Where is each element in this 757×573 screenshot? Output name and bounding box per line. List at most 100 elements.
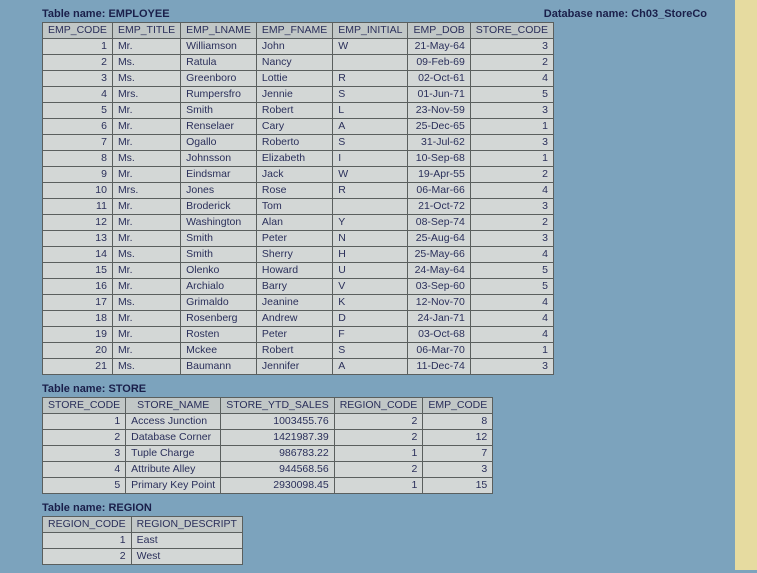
table-cell: Robert: [256, 103, 332, 119]
table-name-region-header: Table name: REGION: [42, 502, 727, 514]
table-cell: 10-Sep-68: [408, 151, 470, 167]
table-cell: 1421987.39: [221, 430, 335, 446]
table-cell: 12: [423, 430, 493, 446]
table-row: 21Ms.BaumannJenniferA11-Dec-743: [43, 359, 554, 375]
table-cell: 7: [423, 446, 493, 462]
table-cell: 21: [43, 359, 113, 375]
table-cell: A: [333, 119, 408, 135]
table-cell: 3: [43, 446, 126, 462]
table-cell: Mr.: [112, 231, 180, 247]
table-cell: N: [333, 231, 408, 247]
column-header: STORE_CODE: [470, 23, 553, 39]
table-cell: Alan: [256, 215, 332, 231]
table-cell: 4: [470, 295, 553, 311]
table-cell: S: [333, 135, 408, 151]
table-cell: Broderick: [181, 199, 257, 215]
table-cell: 19-Apr-55: [408, 167, 470, 183]
table-cell: West: [131, 549, 242, 565]
table-cell: 11: [43, 199, 113, 215]
table-cell: Jones: [181, 183, 257, 199]
table-cell: Mr.: [112, 199, 180, 215]
table-cell: Attribute Alley: [126, 462, 221, 478]
page: Table name: EMPLOYEE Database name: Ch03…: [0, 0, 757, 573]
table-cell: Rumpersfro: [181, 87, 257, 103]
table-name-prefix: Table name:: [42, 502, 108, 514]
table-cell: Archialo: [181, 279, 257, 295]
table-row: 7Mr.OgalloRobertoS31-Jul-623: [43, 135, 554, 151]
table-cell: 986783.22: [221, 446, 335, 462]
column-header: REGION_CODE: [334, 398, 423, 414]
table-row: 2Database Corner1421987.39212: [43, 430, 493, 446]
table-cell: 4: [43, 462, 126, 478]
table-cell: 3: [470, 199, 553, 215]
table-cell: Ms.: [112, 71, 180, 87]
table-cell: 5: [470, 87, 553, 103]
table-cell: 9: [43, 167, 113, 183]
table-cell: Sherry: [256, 247, 332, 263]
table-cell: Mr.: [112, 119, 180, 135]
table-cell: 2: [334, 414, 423, 430]
table-cell: Olenko: [181, 263, 257, 279]
region-header-row: REGION_CODEREGION_DESCRIPT: [43, 517, 243, 533]
table-cell: W: [333, 39, 408, 55]
table-cell: Smith: [181, 231, 257, 247]
table-cell: 1003455.76: [221, 414, 335, 430]
table-row: 12Mr.WashingtonAlanY08-Sep-742: [43, 215, 554, 231]
table-cell: R: [333, 71, 408, 87]
table-row: 19Mr.RostenPeterF03-Oct-684: [43, 327, 554, 343]
table-cell: Jack: [256, 167, 332, 183]
table-cell: Rosten: [181, 327, 257, 343]
table-row: 4Mrs.RumpersfroJennieS01-Jun-715: [43, 87, 554, 103]
table-cell: Y: [333, 215, 408, 231]
table-cell: 3: [470, 359, 553, 375]
table-cell: 2: [334, 462, 423, 478]
table-cell: Ms.: [112, 55, 180, 71]
table-cell: Grimaldo: [181, 295, 257, 311]
table-name-prefix: Table name:: [42, 8, 108, 20]
column-header: EMP_DOB: [408, 23, 470, 39]
table-cell: 8: [423, 414, 493, 430]
table-cell: Database Corner: [126, 430, 221, 446]
table-cell: 12-Nov-70: [408, 295, 470, 311]
table-cell: 4: [470, 183, 553, 199]
table-cell: Peter: [256, 327, 332, 343]
table-row: 8Ms.JohnssonElizabethI10-Sep-681: [43, 151, 554, 167]
column-header: STORE_NAME: [126, 398, 221, 414]
table-cell: 18: [43, 311, 113, 327]
table-cell: 23-Nov-59: [408, 103, 470, 119]
table-cell: Williamson: [181, 39, 257, 55]
table-row: 14Ms.SmithSherryH25-May-664: [43, 247, 554, 263]
table-row: 4Attribute Alley944568.5623: [43, 462, 493, 478]
table-row: 17Ms.GrimaldoJeanineK12-Nov-704: [43, 295, 554, 311]
table-cell: Mr.: [112, 135, 180, 151]
table-cell: 4: [470, 311, 553, 327]
table-cell: 6: [43, 119, 113, 135]
table-cell: Mr.: [112, 167, 180, 183]
table-row: 1East: [43, 533, 243, 549]
table-cell: L: [333, 103, 408, 119]
table-cell: Ogallo: [181, 135, 257, 151]
table-cell: Greenboro: [181, 71, 257, 87]
table-cell: East: [131, 533, 242, 549]
table-cell: Smith: [181, 247, 257, 263]
table-cell: Mrs.: [112, 87, 180, 103]
column-header: EMP_CODE: [423, 398, 493, 414]
table-row: 3Tuple Charge986783.2217: [43, 446, 493, 462]
table-cell: 1: [43, 533, 132, 549]
table-cell: 24-Jan-71: [408, 311, 470, 327]
table-cell: Primary Key Point: [126, 478, 221, 494]
table-row: 2Ms.RatulaNancy09-Feb-692: [43, 55, 554, 71]
table-cell: Mr.: [112, 343, 180, 359]
table-cell: F: [333, 327, 408, 343]
table-row: 16Mr.ArchialoBarryV03-Sep-605: [43, 279, 554, 295]
table-cell: Smith: [181, 103, 257, 119]
table-cell: John: [256, 39, 332, 55]
table-cell: 16: [43, 279, 113, 295]
table-cell: Mr.: [112, 327, 180, 343]
table-cell: Mr.: [112, 39, 180, 55]
table-cell: K: [333, 295, 408, 311]
column-header: EMP_CODE: [43, 23, 113, 39]
table-cell: Mr.: [112, 103, 180, 119]
table-cell: Jennifer: [256, 359, 332, 375]
table-cell: A: [333, 359, 408, 375]
